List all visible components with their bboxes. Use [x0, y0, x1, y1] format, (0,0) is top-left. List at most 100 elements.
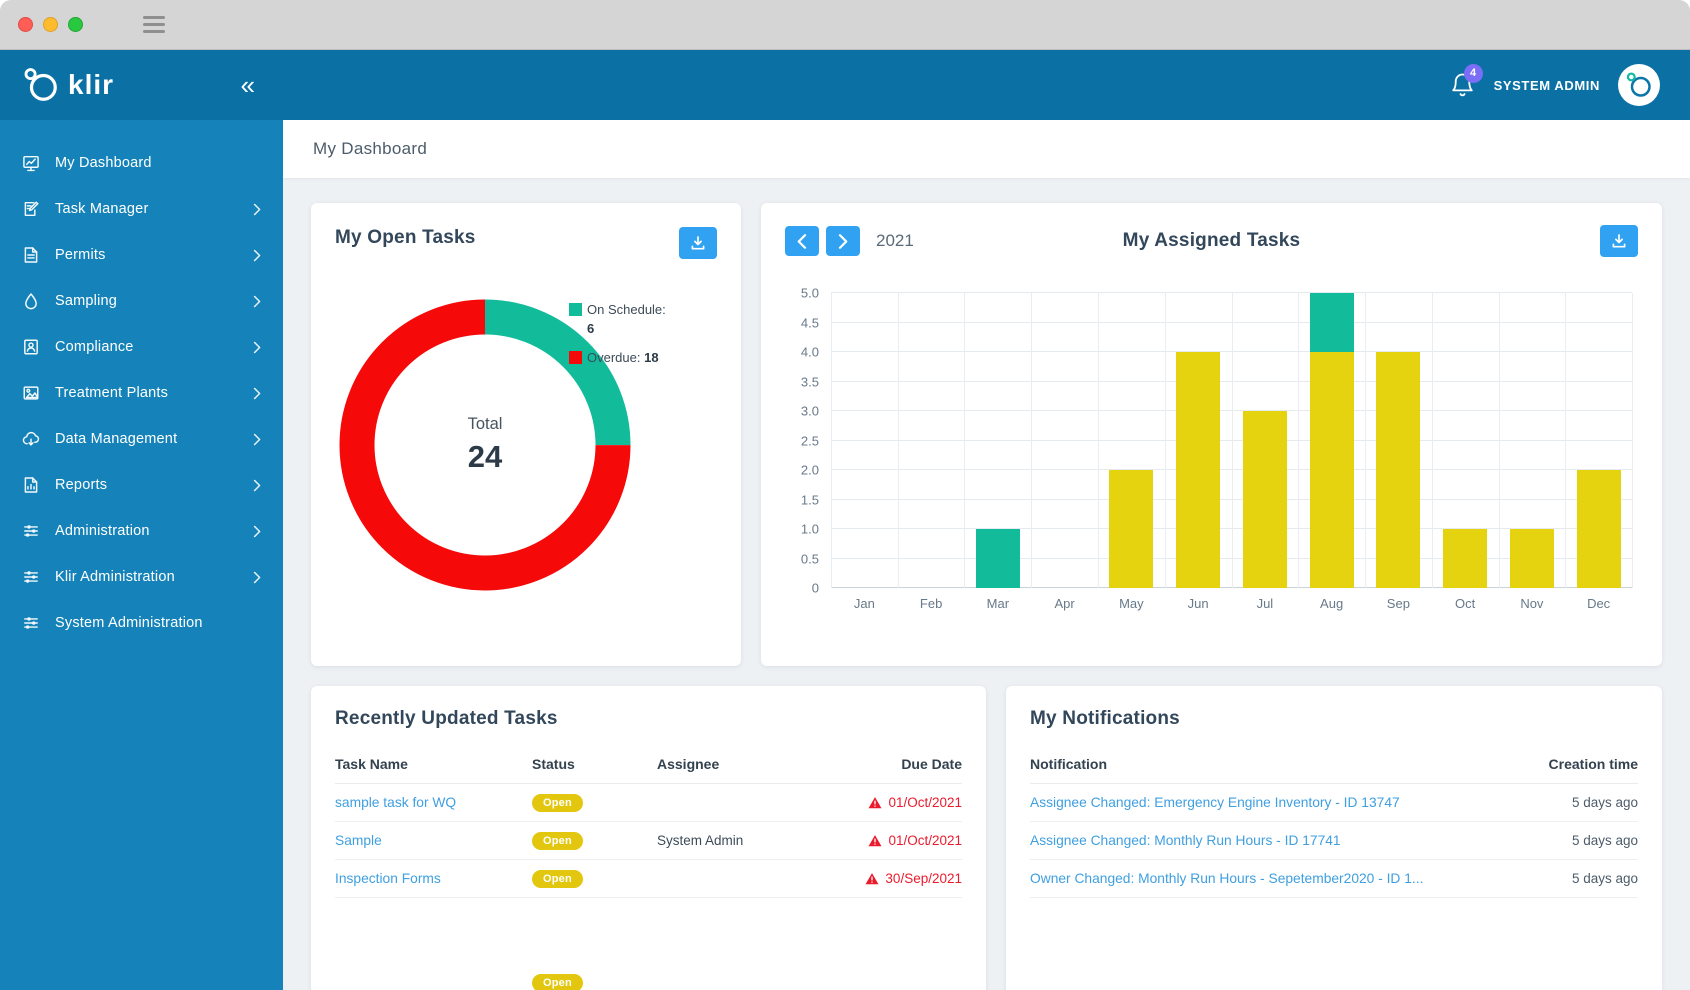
sidebar-item-label: Reports — [55, 477, 107, 493]
sidebar-item-label: Permits — [55, 247, 106, 263]
sidebar-item-label: Treatment Plants — [55, 385, 168, 401]
sidebar-item-reports[interactable]: Reports — [0, 462, 283, 508]
recent-tasks-card: Recently Updated Tasks Task Name Status … — [311, 686, 986, 990]
bar-sep — [1376, 352, 1420, 588]
bar-aug — [1310, 293, 1354, 588]
tasks-icon — [22, 200, 40, 218]
legend-item-on-schedule: On Schedule: 6 — [569, 301, 671, 339]
sidebar-item-administration[interactable]: Administration — [0, 508, 283, 554]
download-assigned-tasks-button[interactable] — [1600, 225, 1638, 257]
sliders-icon — [22, 568, 40, 586]
chevron-left-icon — [797, 234, 807, 249]
x-axis-tick-label: Apr — [1031, 596, 1098, 611]
donut-center-value: 24 — [468, 439, 502, 475]
bar-jul — [1243, 411, 1287, 588]
notification-link[interactable]: Owner Changed: Monthly Run Hours - Sepet… — [1030, 871, 1488, 886]
legend-text: On Schedule: 6 — [587, 301, 671, 339]
y-axis-tick-label: 1.5 — [801, 492, 819, 507]
x-axis-tick-label: Feb — [898, 596, 965, 611]
menu-icon[interactable] — [143, 16, 165, 33]
assigned-tasks-card: 2021 My Assigned Tasks 00.51.01.52.02.53… — [761, 203, 1662, 666]
column-creation-time: Creation time — [1488, 756, 1638, 772]
klir-logo-icon — [22, 66, 60, 104]
x-axis-tick-label: Jan — [831, 596, 898, 611]
table-spacer — [335, 898, 962, 964]
y-axis-tick-label: 4.5 — [801, 315, 819, 330]
avatar-logo-icon — [1625, 71, 1653, 99]
sidebar-item-permits[interactable]: Permits — [0, 232, 283, 278]
minimize-window-button[interactable] — [43, 17, 58, 32]
x-axis-tick-label: Oct — [1432, 596, 1499, 611]
prev-year-button[interactable] — [785, 226, 819, 256]
open-tasks-card: My Open Tasks Total 24 — [311, 203, 741, 666]
download-icon — [1611, 233, 1627, 249]
notification-link[interactable]: Assignee Changed: Emergency Engine Inven… — [1030, 795, 1488, 810]
task-name-link[interactable]: sample task for WQ — [335, 795, 532, 810]
sidebar-item-label: Sampling — [55, 293, 117, 309]
bar-mar — [976, 529, 1020, 588]
download-open-tasks-button[interactable] — [679, 227, 717, 259]
chevron-right-icon — [253, 571, 261, 584]
main-area: My Dashboard My Open Tasks — [283, 120, 1690, 990]
sidebar-item-treatment-plants[interactable]: Treatment Plants — [0, 370, 283, 416]
header-actions: 4 SYSTEM ADMIN — [283, 50, 1690, 120]
legend-swatch-on-schedule — [569, 303, 582, 316]
chevron-right-icon — [253, 433, 261, 446]
cloud-icon — [22, 430, 40, 448]
plant-icon — [22, 384, 40, 402]
klir-logo[interactable]: klir — [22, 66, 114, 104]
sidebar-item-label: Task Manager — [55, 201, 148, 217]
bar-dec — [1577, 470, 1621, 588]
sidebar-item-system-administration[interactable]: System Administration — [0, 600, 283, 646]
sliders-icon — [22, 522, 40, 540]
chevron-right-icon — [253, 479, 261, 492]
legend-item-overdue: Overdue: 18 — [569, 349, 671, 368]
notification-link[interactable]: Assignee Changed: Monthly Run Hours - ID… — [1030, 833, 1488, 848]
notifications-bell-button[interactable]: 4 — [1449, 72, 1476, 99]
warning-icon — [868, 796, 882, 809]
x-axis-tick-label: Aug — [1298, 596, 1365, 611]
top-header-bar: klir « 4 SYSTEM ADMIN — [0, 50, 1690, 120]
due-date: 30/Sep/2021 — [885, 871, 962, 886]
status-badge: Open — [532, 974, 583, 990]
table-row: Open — [335, 964, 962, 990]
document-icon — [22, 246, 40, 264]
y-axis-tick-label: 2.5 — [801, 433, 819, 448]
sidebar-item-data-management[interactable]: Data Management — [0, 416, 283, 462]
y-axis-tick-label: 2.0 — [801, 463, 819, 478]
sidebar-item-task-manager[interactable]: Task Manager — [0, 186, 283, 232]
zoom-window-button[interactable] — [68, 17, 83, 32]
sidebar-collapse-button[interactable]: « — [235, 70, 261, 100]
due-date-cell: 01/Oct/2021 — [827, 795, 962, 810]
user-name[interactable]: SYSTEM ADMIN — [1494, 78, 1600, 93]
sidebar-item-compliance[interactable]: Compliance — [0, 324, 283, 370]
compliance-icon — [22, 338, 40, 356]
sidebar-item-my-dashboard[interactable]: My Dashboard — [0, 140, 283, 186]
task-name-link[interactable]: Sample — [335, 833, 532, 848]
avatar[interactable] — [1618, 64, 1660, 106]
sliders-icon — [22, 614, 40, 632]
legend-text: Overdue: 18 — [587, 349, 659, 368]
next-year-button[interactable] — [826, 226, 860, 256]
y-axis-tick-label: 3.0 — [801, 404, 819, 419]
column-due-date: Due Date — [827, 756, 962, 772]
due-date-cell: 30/Sep/2021 — [827, 871, 962, 886]
table-row: Assignee Changed: Emergency Engine Inven… — [1030, 784, 1638, 822]
task-name-link[interactable]: Inspection Forms — [335, 871, 532, 886]
chevron-right-icon — [838, 234, 848, 249]
year-label: 2021 — [876, 231, 914, 251]
sidebar-item-sampling[interactable]: Sampling — [0, 278, 283, 324]
open-tasks-title: My Open Tasks — [335, 227, 476, 249]
sidebar-item-label: Data Management — [55, 431, 177, 447]
logo-zone: klir « — [0, 50, 283, 120]
chevron-right-icon — [253, 525, 261, 538]
close-window-button[interactable] — [18, 17, 33, 32]
sidebar-item-label: System Administration — [55, 615, 203, 631]
warning-icon — [868, 834, 882, 847]
donut-center-label: Total — [468, 415, 503, 434]
x-axis-tick-label: Jul — [1232, 596, 1299, 611]
sidebar-item-klir-administration[interactable]: Klir Administration — [0, 554, 283, 600]
status-badge: Open — [532, 794, 583, 812]
sidebar-item-label: Administration — [55, 523, 150, 539]
brand-name: klir — [68, 69, 114, 101]
